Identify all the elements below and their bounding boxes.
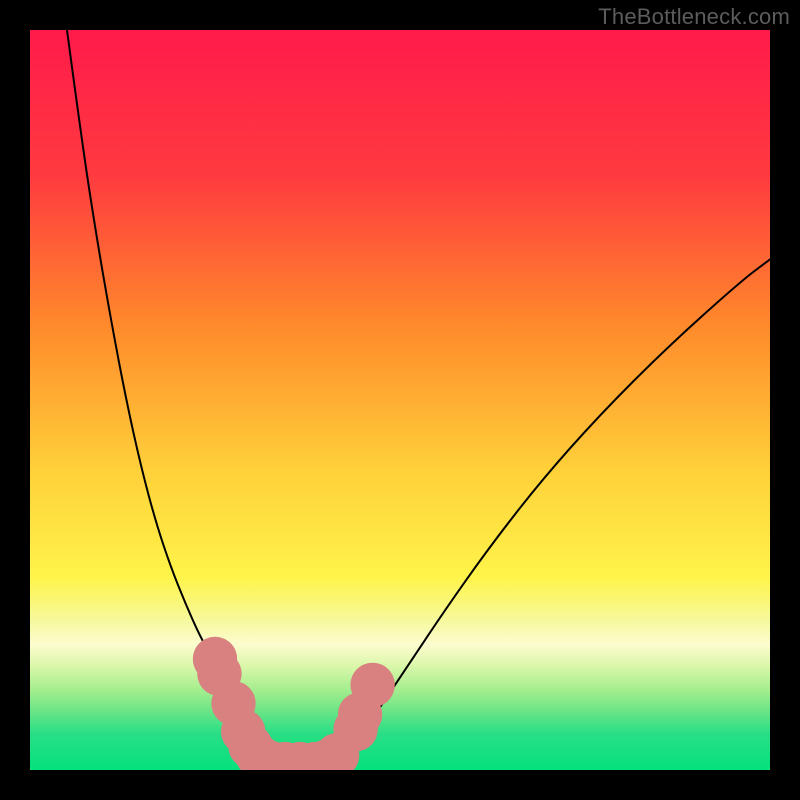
watermark-text: TheBottleneck.com [598, 4, 790, 30]
plot-area [30, 30, 770, 770]
chart-svg [30, 30, 770, 770]
chart-frame: TheBottleneck.com [0, 0, 800, 800]
gradient-background [30, 30, 770, 770]
marker-dot [350, 663, 394, 707]
